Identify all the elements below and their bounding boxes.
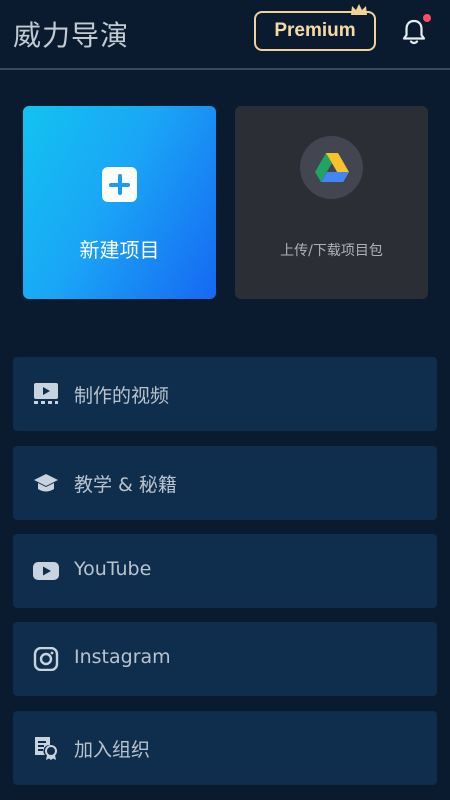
notification-dot — [423, 14, 431, 22]
menu-item-label: 制作的视频 — [74, 385, 170, 407]
video-icon — [34, 383, 58, 404]
menu-item-label: 加入组织 — [74, 739, 151, 761]
upload-download-label: 上传/下载项目包 — [280, 243, 383, 259]
menu-item-youtube[interactable]: YouTube — [13, 534, 437, 608]
premium-button[interactable]: Premium — [254, 4, 376, 51]
youtube-icon — [33, 562, 59, 580]
app-title: 威力导演 — [13, 19, 130, 52]
header-divider — [0, 68, 450, 70]
menu-item-instagram[interactable]: Instagram — [13, 622, 437, 696]
premium-label: Premium — [274, 20, 356, 41]
upload-download-card[interactable]: 上传/下载项目包 — [235, 106, 428, 299]
new-project-label: 新建项目 — [79, 238, 160, 262]
instagram-icon — [33, 647, 59, 671]
bell-icon[interactable] — [401, 18, 427, 46]
certificate-icon — [35, 737, 57, 760]
new-project-card[interactable]: 新建项目 — [23, 106, 216, 299]
menu-item-produced-videos[interactable]: 制作的视频 — [13, 357, 437, 431]
menu-item-label: YouTube — [74, 558, 152, 580]
header: 威力导演 Premium — [0, 0, 450, 68]
google-drive-icon — [300, 136, 363, 199]
menu-item-label: Instagram — [74, 646, 171, 668]
menu-item-tutorials[interactable]: 教学 & 秘籍 — [13, 446, 437, 520]
menu-item-label: 教学 & 秘籍 — [74, 474, 177, 496]
plus-icon — [102, 167, 137, 202]
graduation-cap-icon — [34, 474, 58, 492]
menu-item-join-organization[interactable]: 加入组织 — [13, 711, 437, 785]
crown-icon — [351, 4, 367, 15]
